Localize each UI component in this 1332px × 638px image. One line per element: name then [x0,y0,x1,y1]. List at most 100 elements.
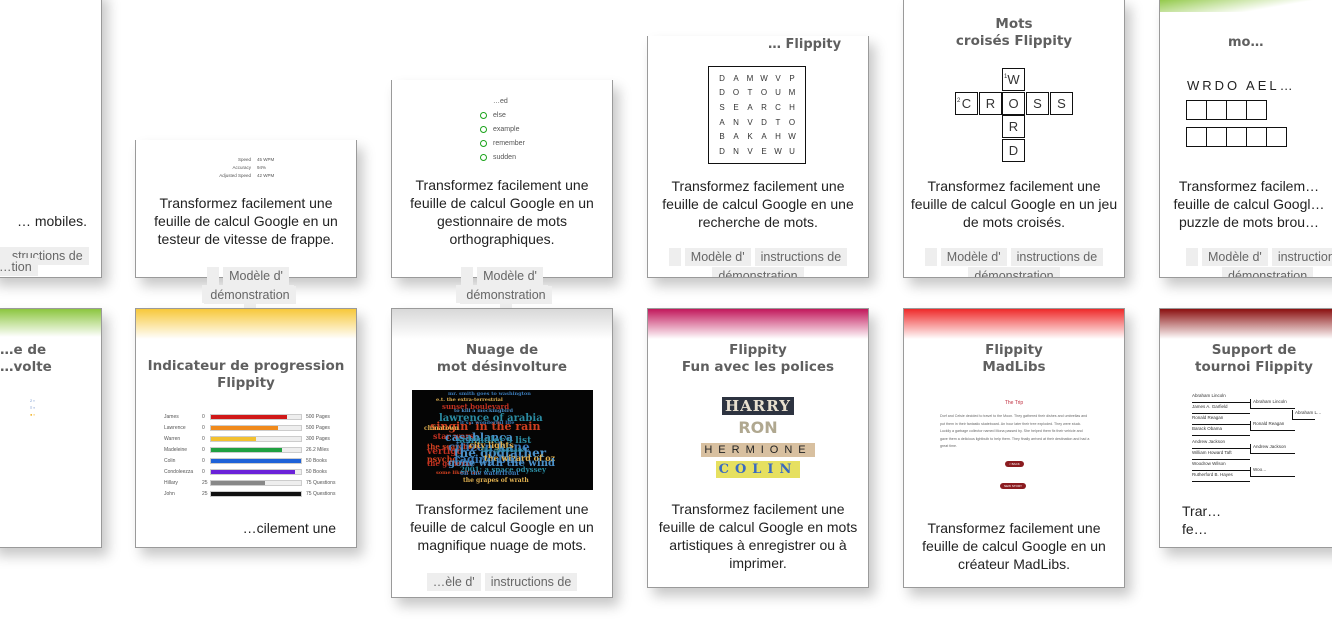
progress-row: Madeleine 0 26.2 Miles [164,444,335,455]
progress-fill [211,425,278,430]
bracket-entry: Ronald Reagan [1192,415,1250,426]
progress-name: John [164,490,175,497]
template-button[interactable]: Modèle d' [1202,248,1268,266]
progress-fill [211,436,256,441]
card-description: …cilement une [242,520,336,536]
progress-fill [211,458,301,463]
bracket-entry: Abraham Lincoln [1192,393,1250,403]
card-description: Transformez facilement une feuille de ca… [922,520,1106,572]
word-search-letter: S [719,103,725,113]
word-search-letter: W [788,132,796,142]
card-description: … mobiles. [16,213,87,229]
word-search-letter: W [760,73,768,83]
checkmark-icon [480,125,487,133]
word-cloud-word: it's a wonderful life [460,419,515,426]
progress-track [210,490,302,497]
checkmark-icon [480,139,487,147]
font-samples: HARRY RON HERMIONE COLIN [648,395,868,480]
progress-row: Warren 0 300 Pages [164,433,335,444]
card-description: Transformez facilement une feuille de ca… [410,177,594,247]
template-button[interactable]: Modèle d' [940,248,1007,266]
card-tournament: Support de tournoi Flippity Abraham Linco… [1159,308,1332,548]
word-search-letter: E [733,103,739,113]
card-description: Transformez facilement une feuille de ca… [154,195,338,247]
word-search-letter: M [788,88,796,98]
instructions-button[interactable]: instructions de [1010,248,1104,266]
progress-name: Warren [164,435,181,442]
progress-row: Colin 0 50 Books [164,455,335,466]
progress-start: 25 [202,490,208,497]
spelling-list: …ed else example remember sudden [480,94,525,164]
bracket-entry: Andrew Jackson [1192,439,1250,449]
instructions-button[interactable]: instructions de [484,573,578,591]
font-sample-harry: HARRY [722,397,794,415]
word-search-letter: A [733,73,739,83]
template-button[interactable]: Modèle d' [684,248,751,266]
progress-track [210,479,302,486]
card-title: …e de …volte [0,342,52,375]
crossword-cell: R [1002,115,1025,138]
answer-boxes [1186,127,1287,147]
progress-fill [211,447,283,452]
word-search-letter: U [775,88,781,98]
crossword-cell: 1W [1002,68,1025,91]
word-search-letter: D [761,117,767,127]
word-search-letter: T [775,117,781,127]
progress-start: 0 [202,413,205,420]
back-button[interactable]: < BACK [1005,461,1024,467]
card-description: Transformez facilement une feuille de ca… [910,178,1118,230]
demo-button[interactable]: démonstration [968,267,1060,277]
card-quiz-mobile: … mobiles. …structions de …tion [0,0,102,278]
progress-row: James 0 500 Pages [164,411,335,422]
crossword-cell: S [1026,92,1049,115]
progress-goal: 300 Pages [306,435,330,442]
word-search-letter: V [775,73,781,83]
demo-button[interactable]: démonstration [204,286,296,304]
bracket-entry: Woodrow Wilson [1192,461,1250,472]
bracket-entry: Abraham L… [1292,409,1322,420]
answer-boxes [1186,100,1267,120]
crossword-cell: O [1002,92,1025,115]
list-item: sudden [480,150,525,164]
card-description: Transformez facilem… feuille de calcul G… [1173,178,1325,230]
word-search-letter: A [733,132,739,142]
progress-track [210,435,302,442]
demo-button[interactable]: …tion [0,258,38,276]
card-title: Support de tournoi Flippity [1195,342,1313,375]
template-button[interactable]: Modèle d' [223,267,289,285]
story-title: The Trip [1004,400,1024,406]
crossword-cell: R [979,92,1002,115]
card-partial-left: …e de …volte 2 ▪ ≡ ▪ ● ▪ [0,308,102,548]
progress-goal: 26.2 Miles [306,446,329,453]
progress-goal: 500 Pages [306,413,330,420]
card-title: Indicateur de progression Flippity [147,358,345,391]
instructions-button[interactable]: instructions de [754,248,848,266]
demo-button[interactable]: démonstration [460,286,552,304]
bracket-entry: William Howard Taft [1192,450,1250,461]
progress-name: Colin [164,457,176,464]
card-fonts: Flippity Fun avec les polices HARRY RON H… [647,308,869,588]
progress-goal: 75 Questions [306,479,336,486]
word-search-letter: V [747,147,753,157]
progress-name: Condoleezza [164,468,194,475]
demo-button[interactable]: démonstration [1222,267,1314,277]
word-search-letter: O [760,88,768,98]
progress-row: Condoleezza 0 50 Books [164,466,335,477]
template-button[interactable]: Modèle d' [477,267,543,285]
progress-fill [211,491,301,496]
new-story-button[interactable]: NEW STORY [1000,483,1027,489]
card-description: Trar… fe… [1182,503,1222,537]
card-title: Nuage de mot désinvolture [436,342,568,375]
card-title: … Flippity [768,37,842,52]
word-search-letter: O [788,117,796,127]
word-search-letter: W [774,147,782,157]
word-search-letter: D [719,147,725,157]
word-search-letter: V [747,117,753,127]
template-button[interactable]: …èle d' [426,573,481,591]
word-search-letter: P [789,73,795,83]
word-search-letter: C [775,103,781,113]
bracket-entry: Andrew Jackson [1250,444,1295,455]
instructions-button[interactable]: instructions de [1271,248,1332,266]
demo-button[interactable]: démonstration [712,267,804,277]
typing-stats: Speed 45 WPM Accuracy 94% Adjusted Speed 42… [219,157,275,178]
